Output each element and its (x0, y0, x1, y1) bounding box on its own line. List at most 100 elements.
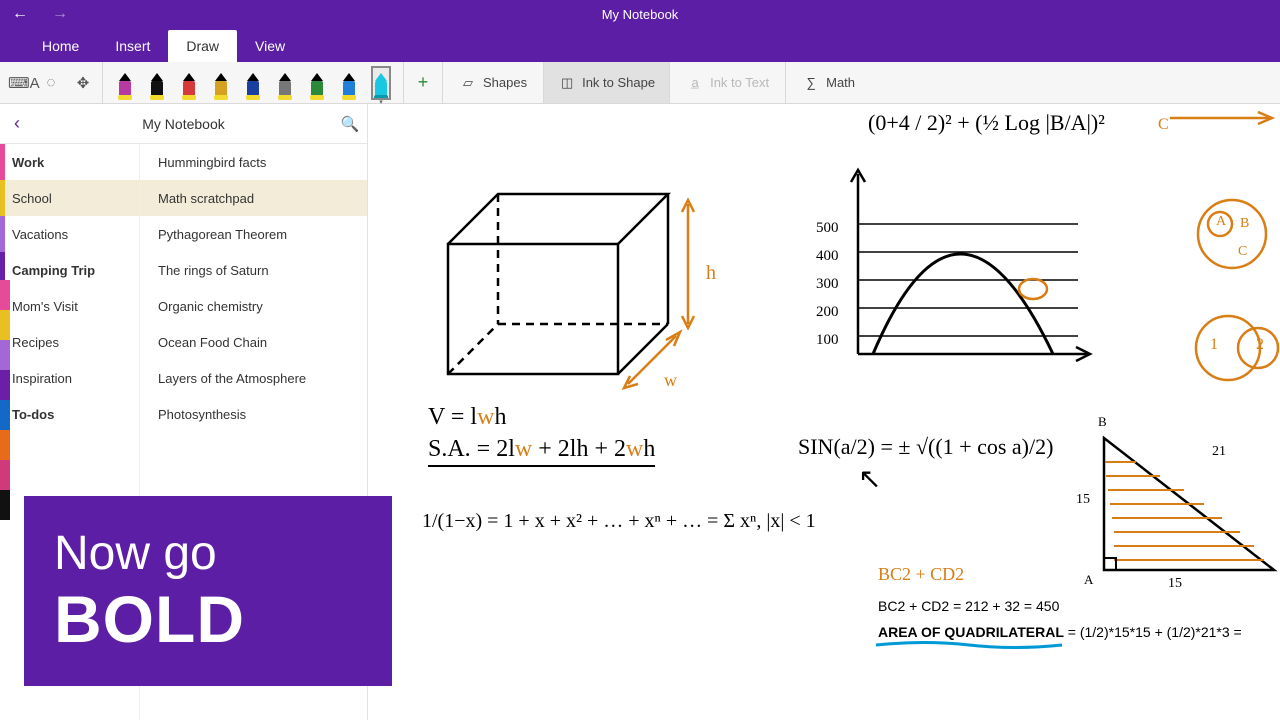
banner-line2: BOLD (54, 581, 392, 657)
page-label: Ocean Food Chain (158, 335, 267, 350)
section-item[interactable]: Mom's Visit (0, 288, 139, 324)
ink-cube-h: h (706, 262, 716, 285)
ink-venn-abc (1188, 196, 1280, 276)
search-icon[interactable]: 🔍 (333, 115, 367, 133)
ribbon-group-inkshape: ◫ Ink to Shape (544, 62, 670, 103)
ink-to-shape-label: Ink to Shape (582, 75, 655, 90)
page-canvas[interactable]: (0+4 / 2)² + (½ Log |B/A|)² 500400300200… (368, 104, 1280, 720)
section-nub[interactable] (0, 400, 10, 430)
ink-c-label: C (1158, 116, 1169, 134)
promo-banner: Now go BOLD (24, 496, 392, 686)
page-label: The rings of Saturn (158, 263, 269, 278)
ink-cube-w: w (664, 370, 677, 391)
pen-red[interactable] (179, 66, 199, 100)
section-label: Camping Trip (12, 263, 95, 278)
section-label: School (12, 191, 52, 206)
math-label: Math (826, 75, 855, 90)
ribbon-group-shapes: ▱ Shapes (443, 62, 544, 103)
section-nub[interactable] (0, 280, 10, 310)
section-item[interactable]: To-dos (0, 396, 139, 432)
section-color-strip (0, 280, 10, 520)
section-item[interactable]: School (0, 180, 139, 216)
venn-a: A (1216, 214, 1226, 230)
section-item[interactable]: Work (0, 144, 139, 180)
ribbon: ⌨A ◌ ✥ ▾ + ▱ Shapes ◫ Ink to Shape (0, 62, 1280, 104)
shapes-button[interactable]: ▱ Shapes (451, 70, 535, 96)
page-item[interactable]: Ocean Food Chain (140, 324, 367, 360)
ink-formula-1: (0+4 / 2)² + (½ Log |B/A|)² (868, 110, 1105, 136)
ribbon-group-tools: ⌨A ◌ ✥ (0, 62, 103, 103)
page-item[interactable]: Photosynthesis (140, 396, 367, 432)
ink-triangle (1094, 420, 1280, 590)
pen-blue[interactable] (339, 66, 359, 100)
pen-darkblue[interactable] (243, 66, 263, 100)
section-item[interactable]: Vacations (0, 216, 139, 252)
window-title: My Notebook (602, 7, 679, 22)
shapes-icon: ▱ (459, 74, 477, 92)
add-pen-icon[interactable]: + (412, 72, 434, 93)
tab-draw[interactable]: Draw (168, 30, 237, 62)
page-item[interactable]: Layers of the Atmosphere (140, 360, 367, 396)
page-item[interactable]: Pythagorean Theorem (140, 216, 367, 252)
ink-to-shape-button[interactable]: ◫ Ink to Shape (544, 62, 669, 103)
tab-insert[interactable]: Insert (97, 30, 168, 62)
ink-underline-blue (874, 640, 1064, 650)
section-label: Inspiration (12, 371, 72, 386)
ink-to-text-icon: a̲ (686, 74, 704, 92)
section-item[interactable]: Inspiration (0, 360, 139, 396)
section-label: Vacations (12, 227, 68, 242)
math-button[interactable]: ∑ Math (794, 70, 863, 96)
pen-gray[interactable] (275, 66, 295, 100)
ribbon-tabs: Home Insert Draw View (0, 28, 1280, 62)
page-label: Pythagorean Theorem (158, 227, 287, 242)
section-label: Work (12, 155, 44, 170)
pan-icon[interactable]: ✥ (72, 74, 94, 92)
forward-arrow-icon[interactable]: → (40, 5, 80, 23)
notebook-name[interactable]: My Notebook (34, 116, 333, 132)
section-nub[interactable] (0, 340, 10, 370)
page-item[interactable]: Hummingbird facts (140, 144, 367, 180)
highlighter-cyan[interactable]: ▾ (371, 66, 391, 100)
ink-bc-orange: BC2 + CD2 (878, 564, 964, 585)
page-item[interactable]: Math scratchpad (140, 180, 367, 216)
tab-home[interactable]: Home (24, 30, 97, 62)
section-label: Recipes (12, 335, 59, 350)
pen-gold[interactable] (211, 66, 231, 100)
ribbon-group-add: + (404, 62, 443, 103)
ink-graph (818, 164, 1098, 384)
venn-c: C (1238, 244, 1247, 260)
text-bc-line: BC2 + CD2 = 212 + 32 = 450 (878, 598, 1059, 614)
lasso-icon[interactable]: ◌ (40, 74, 62, 91)
nav-back-icon[interactable]: ‹ (0, 113, 34, 134)
tri-21: 21 (1212, 444, 1226, 460)
section-color-icon (0, 180, 5, 216)
ink-volume: V = lwh (428, 404, 506, 431)
ribbon-group-inktext: a̲ Ink to Text (670, 62, 786, 103)
pen-magenta[interactable] (115, 66, 135, 100)
section-nub[interactable] (0, 370, 10, 400)
ink-axis-labels: 500400300200100 (816, 214, 839, 354)
back-arrow-icon[interactable]: ← (0, 5, 40, 23)
shapes-label: Shapes (483, 75, 527, 90)
ribbon-group-math: ∑ Math (786, 62, 871, 103)
pen-green[interactable] (307, 66, 327, 100)
page-label: Math scratchpad (158, 191, 254, 206)
tri-a: A (1084, 572, 1093, 588)
section-nub[interactable] (0, 460, 10, 490)
tab-view[interactable]: View (237, 30, 303, 62)
pen-black[interactable] (147, 66, 167, 100)
section-color-icon (0, 144, 5, 180)
section-item[interactable]: Camping Trip (0, 252, 139, 288)
banner-line1: Now go (54, 526, 392, 581)
venn-2: 2 (1256, 336, 1264, 354)
text-mode-icon[interactable]: ⌨A (8, 74, 30, 92)
section-nub[interactable] (0, 310, 10, 340)
tri-15b: 15 (1168, 576, 1182, 592)
page-item[interactable]: The rings of Saturn (140, 252, 367, 288)
section-item[interactable]: Recipes (0, 324, 139, 360)
section-nub[interactable] (0, 430, 10, 460)
ink-to-shape-icon: ◫ (558, 74, 576, 92)
page-item[interactable]: Organic chemistry (140, 288, 367, 324)
nav-header: ‹ My Notebook 🔍 (0, 104, 367, 144)
section-nub[interactable] (0, 490, 10, 520)
